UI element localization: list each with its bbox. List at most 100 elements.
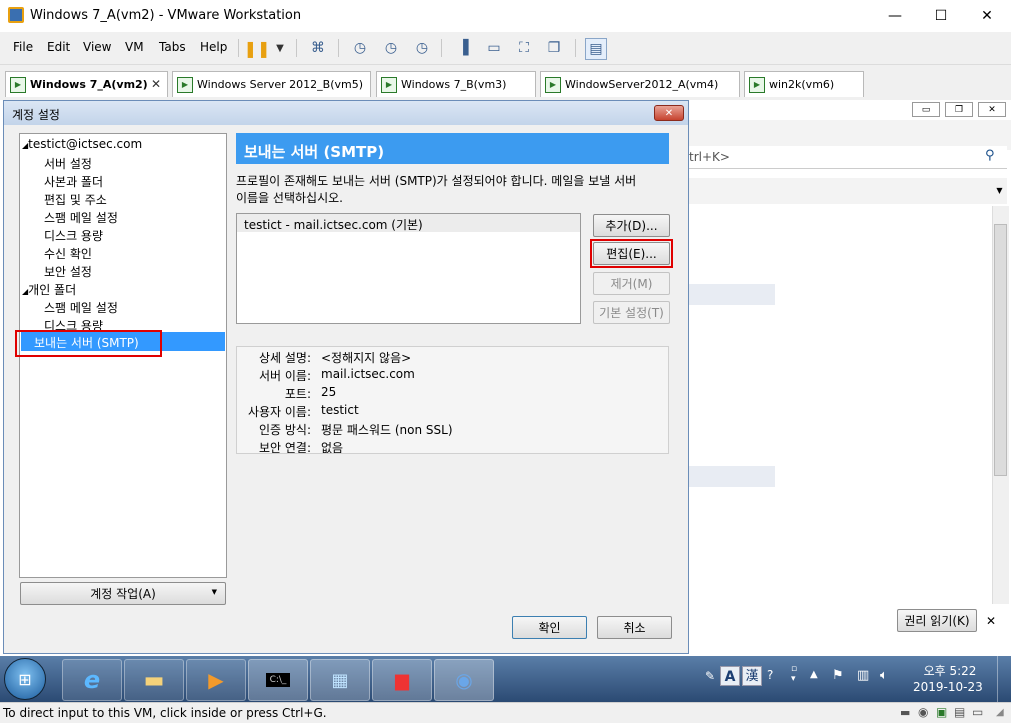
tree-local-folders[interactable]: ◢개인 폴더 (22, 281, 76, 298)
clock-time[interactable]: 오후 5:22 (920, 662, 980, 679)
show-thumbnail-icon[interactable]: ▭ (484, 38, 504, 58)
highlight-box (590, 239, 673, 268)
ok-button[interactable]: 확인 (512, 616, 587, 639)
detail-label: 보안 연결: (258, 441, 311, 455)
menu-tabs[interactable]: Tabs (159, 40, 186, 54)
volume-icon[interactable]: 🔈︎ (880, 668, 888, 683)
menu-help[interactable]: Help (200, 40, 227, 54)
remove-button[interactable]: 제거(M) (593, 272, 670, 295)
minimize-button[interactable]: — (872, 0, 918, 32)
bg-list-row (689, 284, 775, 305)
tree-item-security[interactable]: 보안 설정 (44, 263, 92, 280)
tab-windows-server-2012-b[interactable]: ▶ Windows Server 2012_B(vm5) (172, 71, 371, 97)
bg-restore-button[interactable]: ❐ (945, 102, 973, 117)
send-ctrl-alt-del-icon[interactable]: ⌘ (308, 38, 328, 58)
fullscreen-icon[interactable]: ⛶ (514, 38, 534, 58)
maximize-button[interactable]: ☐ (918, 0, 964, 32)
tree-item-junk-settings[interactable]: 스팸 메일 설정 (44, 209, 118, 226)
tab-windows7-a[interactable]: ▶ Windows 7_A(vm2) ✕ (5, 71, 168, 97)
ime-tools-icon[interactable]: ✎ (705, 669, 715, 683)
close-button[interactable]: ✕ (964, 0, 1010, 32)
account-tree[interactable]: ◢testict@ictsec.com 서버 설정 사본과 폴더 편집 및 주소… (15, 133, 227, 578)
show-desktop-button[interactable] (997, 656, 1011, 702)
account-actions-button[interactable]: 계정 작업(A) ▼ (20, 582, 226, 605)
unity-icon[interactable]: ❐ (544, 38, 564, 58)
menu-view[interactable]: View (83, 40, 111, 54)
network-adapter-icon[interactable]: ▣ (936, 705, 947, 719)
scroll-thumb[interactable] (994, 224, 1007, 476)
server-details: 상세 설명: <정해지지 않음> 서버 이름: mail.ictsec.com … (236, 346, 669, 455)
tree-item-disk-space[interactable]: 디스크 용량 (44, 227, 103, 244)
ime-lang-indicator[interactable]: A (720, 666, 740, 686)
status-message: To direct input to this VM, click inside… (3, 706, 327, 720)
messages-icon[interactable]: ▭ (972, 705, 983, 719)
snapshot-manager-icon[interactable]: ◷ (412, 38, 432, 58)
cancel-button[interactable]: 취소 (597, 616, 672, 639)
menu-edit[interactable]: Edit (47, 40, 70, 54)
snapshot-take-icon[interactable]: ◷ (350, 38, 370, 58)
menu-vm[interactable]: VM (125, 40, 144, 54)
detail-value: testict (321, 403, 359, 417)
bg-minimize-button[interactable]: ▭ (912, 102, 940, 117)
tab-windows7-b[interactable]: ▶ Windows 7_B(vm3) (376, 71, 536, 97)
detail-value: <정해지지 않음> (321, 351, 412, 365)
smtp-server-list[interactable]: testict - mail.ictsec.com (기본) (236, 213, 581, 324)
vm-tab-bar: ▶ Windows 7_A(vm2) ✕ ▶ Windows Server 20… (0, 65, 1011, 100)
ime-options-icon[interactable]: ▫ ▾ (791, 664, 797, 684)
menu-file[interactable]: File (13, 40, 33, 54)
add-button[interactable]: 추가(D)... (593, 214, 670, 237)
detail-label: 인증 방식: (258, 423, 311, 437)
internet-explorer-icon[interactable]: e (62, 659, 122, 701)
tree-item-return-receipts[interactable]: 수신 확인 (44, 245, 92, 262)
show-hidden-icons[interactable]: ▲ (810, 669, 818, 680)
tab-close-icon[interactable]: ✕ (151, 77, 161, 91)
tree-account[interactable]: ◢testict@ictsec.com (22, 137, 142, 151)
clock-date[interactable]: 2019-10-23 (913, 680, 983, 694)
toolbar-separator (575, 39, 576, 57)
file-explorer-icon[interactable]: ▬ (124, 659, 184, 701)
action-center-flag-icon[interactable]: ⚑ (832, 668, 844, 683)
dialog-close-button[interactable]: ✕ (654, 105, 684, 121)
bg-scrollbar[interactable] (992, 206, 1009, 604)
tab-label: WindowServer2012_A(vm4) (565, 78, 719, 91)
command-prompt-icon[interactable]: C:\_ (248, 659, 308, 701)
help-icon[interactable]: ? (767, 668, 773, 682)
detail-label: 사용자 이름: (247, 405, 311, 419)
detail-value: 없음 (321, 441, 344, 455)
ime-hanja-indicator[interactable]: 漢 (742, 666, 762, 686)
thunderbird-icon[interactable]: ◉ (434, 659, 494, 701)
panel-heading: 보내는 서버 (SMTP) (236, 133, 669, 164)
bg-window-controls: ▭ ❐ ✕ (912, 102, 1008, 118)
start-button[interactable]: ⊞ (4, 658, 46, 700)
usb-icon[interactable]: ▤ (954, 705, 965, 719)
pause-icon[interactable]: ❚❚ (244, 38, 271, 58)
resize-grip-icon[interactable]: ◢ (996, 707, 1004, 718)
highlight-box (15, 330, 162, 357)
set-default-button[interactable]: 기본 설정(T) (593, 301, 670, 324)
cd-drive-icon[interactable]: ◉ (918, 705, 928, 719)
show-library-icon[interactable]: ▐ (453, 38, 473, 58)
snapshot-revert-icon[interactable]: ◷ (381, 38, 401, 58)
toolbox-icon[interactable]: ▆ (372, 659, 432, 701)
tree-item-copies-folders[interactable]: 사본과 폴더 (44, 173, 103, 190)
media-player-icon[interactable]: ▶ (186, 659, 246, 701)
bg-search-box[interactable]: trl+K> ⚲ (689, 146, 1007, 169)
dropdown-arrow-icon[interactable]: ▼ (270, 38, 290, 58)
tab-win2k[interactable]: ▶ win2k(vm6) (744, 71, 864, 97)
tab-windowserver2012-a[interactable]: ▶ WindowServer2012_A(vm4) (540, 71, 740, 97)
bg-dropdown-icon[interactable]: ▼ (992, 180, 1007, 202)
read-all-button[interactable]: 권리 읽기(K) (897, 609, 977, 632)
network-icon[interactable]: ▥ (857, 668, 869, 683)
bg-pane-close-icon[interactable]: ✕ (986, 614, 996, 628)
tree-item-local-junk[interactable]: 스팸 메일 설정 (44, 299, 118, 316)
hard-disk-icon[interactable]: ▬ (900, 706, 910, 719)
server-list-item[interactable]: testict - mail.ictsec.com (기본) (237, 214, 580, 232)
console-view-icon[interactable]: ▤ (585, 38, 607, 60)
tree-item-composition[interactable]: 편집 및 주소 (44, 191, 107, 208)
control-panel-icon[interactable]: ▦ (310, 659, 370, 701)
window-title: Windows 7_A(vm2) - VMware Workstation (30, 8, 302, 23)
vmware-logo-icon (8, 7, 24, 23)
tree-item-server-settings[interactable]: 서버 설정 (44, 155, 92, 172)
title-bar: Windows 7_A(vm2) - VMware Workstation — … (0, 0, 1011, 32)
bg-close-button[interactable]: ✕ (978, 102, 1006, 117)
